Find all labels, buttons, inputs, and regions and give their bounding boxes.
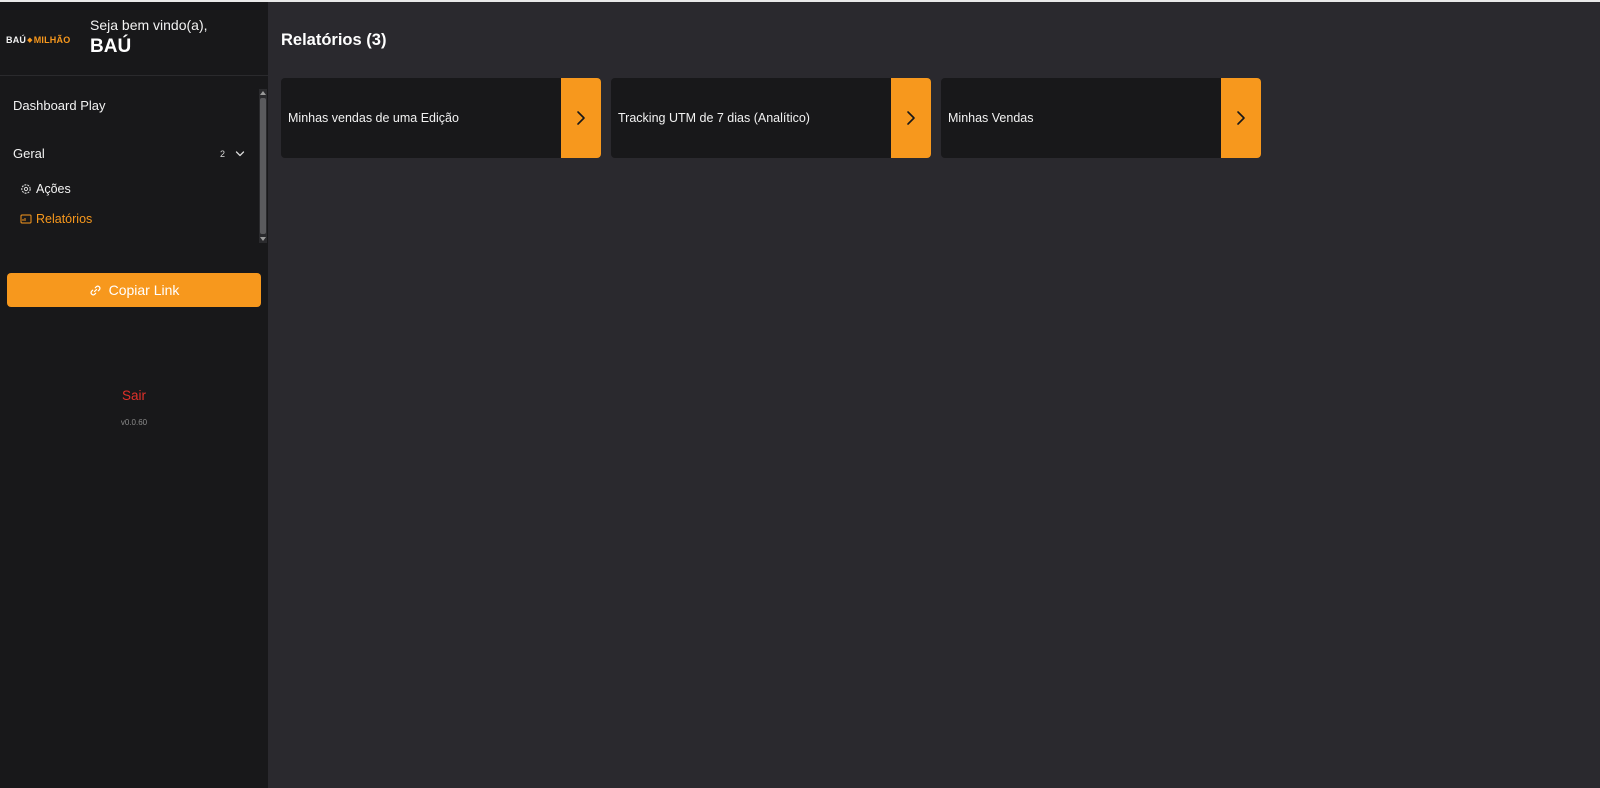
- gear-icon: [21, 184, 31, 194]
- report-card-label: Minhas Vendas: [948, 111, 1034, 125]
- logo-text-accent: MILHÃO: [33, 34, 71, 45]
- logo-text-white: BAÚ: [6, 34, 27, 45]
- report-card-label: Minhas vendas de uma Edição: [288, 111, 459, 125]
- sidebar-item-label: Relatórios: [36, 212, 93, 226]
- sidebar-scrollbar[interactable]: [259, 89, 267, 243]
- report-card-open-button[interactable]: [1221, 78, 1261, 158]
- chevron-right-icon: [577, 111, 585, 125]
- sidebar-item-label: Ações: [36, 182, 71, 196]
- scroll-down-arrow[interactable]: [260, 237, 266, 241]
- welcome-block: Seja bem vindo(a), BAÚ: [90, 17, 208, 58]
- sidebar-item-acoes[interactable]: Ações: [20, 182, 71, 196]
- report-icon: [20, 214, 32, 224]
- logout-link[interactable]: Sair: [0, 388, 268, 403]
- report-card-open-button[interactable]: [561, 78, 601, 158]
- sidebar-item-dashboard-play[interactable]: Dashboard Play: [13, 98, 106, 113]
- main-content: Relatórios (3) Minhas vendas de uma Ediç…: [268, 2, 1600, 788]
- sidebar-header: BAÚ ◆ MILHÃO Seja bem vindo(a), BAÚ: [0, 2, 268, 76]
- sidebar-nav: Dashboard Play Geral 2 Ações Relatórios: [0, 88, 268, 248]
- report-card-open-button[interactable]: [891, 78, 931, 158]
- sidebar-item-relatorios[interactable]: Relatórios: [20, 212, 92, 226]
- page-title: Relatórios (3): [281, 31, 387, 49]
- report-card[interactable]: Minhas vendas de uma Edição: [281, 78, 601, 158]
- chevron-down-icon: [235, 150, 245, 156]
- copy-link-button[interactable]: Copiar Link: [7, 273, 261, 307]
- user-name: BAÚ: [90, 36, 132, 57]
- link-icon: [90, 285, 101, 295]
- report-card-label: Tracking UTM de 7 dias (Analítico): [618, 111, 810, 125]
- sidebar-group-geral[interactable]: Geral 2: [13, 146, 245, 161]
- chevron-right-icon: [1237, 111, 1245, 125]
- welcome-greeting: Seja bem vindo(a),: [90, 17, 208, 33]
- report-card-list: Minhas vendas de uma Edição Tracking UTM…: [281, 78, 1261, 158]
- sidebar-group-label: Geral: [13, 146, 45, 161]
- logo-dot: ◆: [27, 36, 33, 44]
- scrollbar-thumb[interactable]: [260, 98, 266, 234]
- sidebar: BAÚ ◆ MILHÃO Seja bem vindo(a), BAÚ Dash…: [0, 2, 268, 788]
- report-card[interactable]: Tracking UTM de 7 dias (Analítico): [611, 78, 931, 158]
- app: BAÚ ◆ MILHÃO Seja bem vindo(a), BAÚ Dash…: [0, 2, 1600, 788]
- report-card[interactable]: Minhas Vendas: [941, 78, 1261, 158]
- sidebar-group-count: 2: [219, 148, 225, 159]
- chevron-right-icon: [907, 111, 915, 125]
- scroll-up-arrow[interactable]: [260, 91, 266, 95]
- app-version: v0.0.60: [120, 418, 148, 427]
- copy-link-label: Copiar Link: [108, 282, 180, 298]
- brand-logo[interactable]: BAÚ ◆ MILHÃO: [6, 30, 78, 50]
